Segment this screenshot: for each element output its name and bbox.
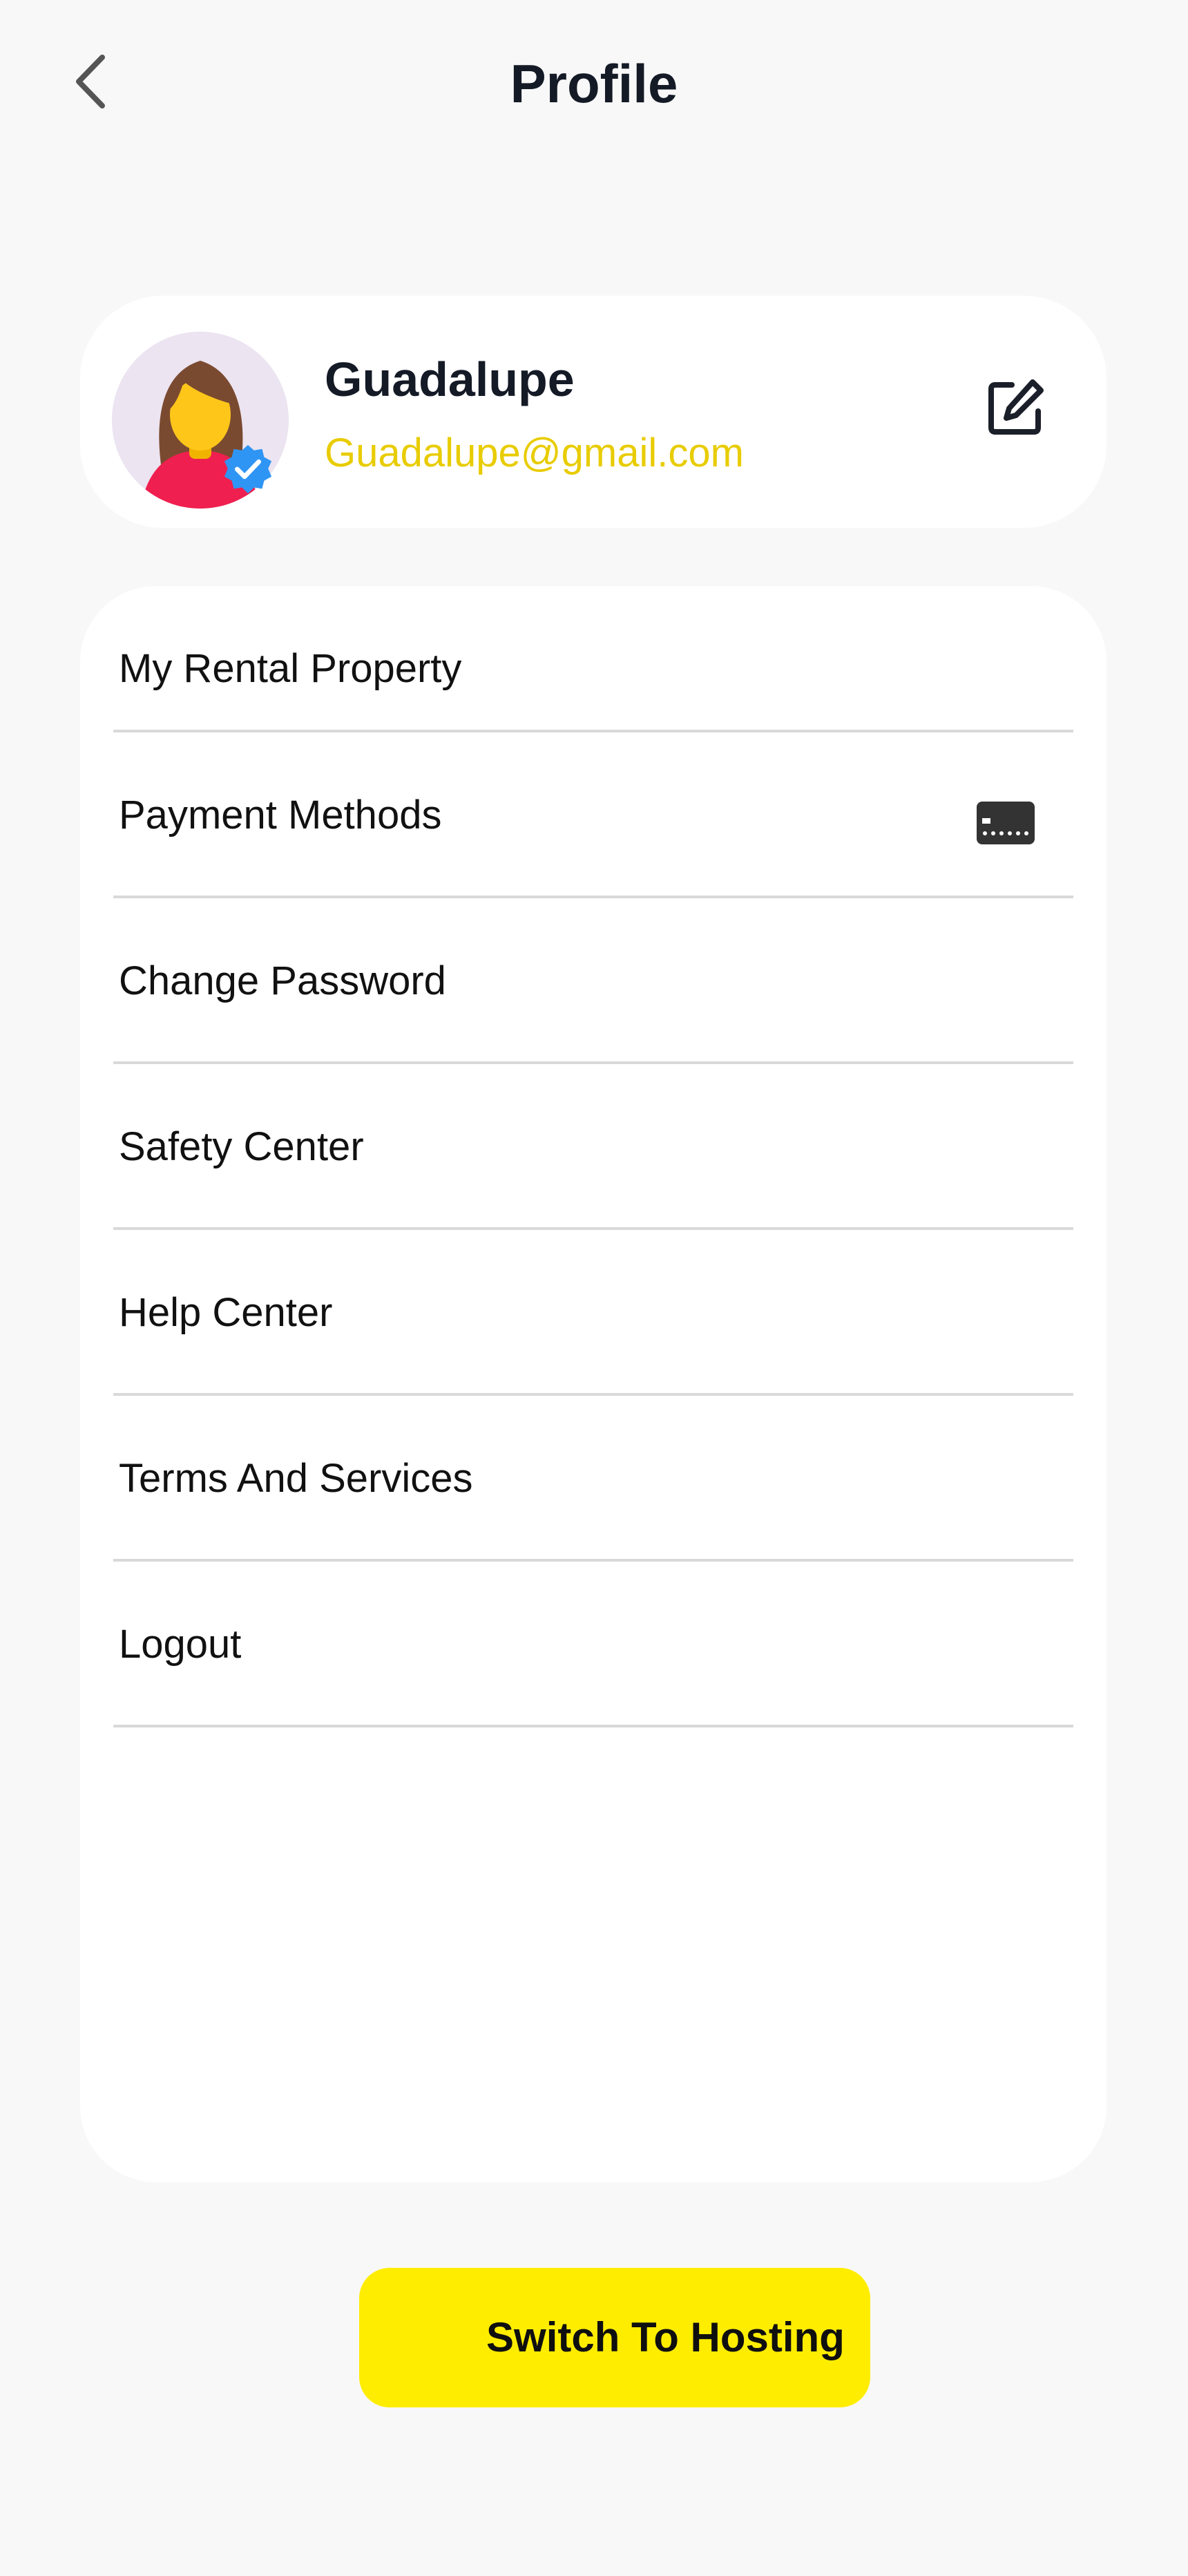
menu-item-label: Terms And Services <box>119 1456 473 1501</box>
menu-item-label: Logout <box>119 1622 242 1667</box>
profile-name: Guadalupe <box>325 352 575 406</box>
menu-item-label: Change Password <box>119 958 446 1003</box>
menu-item-logout[interactable]: Logout <box>113 1562 1073 1727</box>
edit-profile-button[interactable] <box>981 373 1050 442</box>
menu-item-label: My Rental Property <box>119 646 462 691</box>
menu-item-label: Safety Center <box>119 1124 364 1169</box>
menu-item-change-password[interactable]: Change Password <box>113 898 1073 1064</box>
menu-item-label: Help Center <box>119 1290 333 1335</box>
menu-item-payment-methods[interactable]: Payment Methods <box>113 732 1073 898</box>
menu-item-label: Payment Methods <box>119 793 442 837</box>
profile-card: Guadalupe Guadalupe@gmail.com <box>80 296 1106 528</box>
menu-card: My Rental Property Payment Methods Chang… <box>80 586 1106 2182</box>
menu-item-my-rental-property[interactable]: My Rental Property <box>113 586 1073 732</box>
avatar[interactable] <box>112 332 289 509</box>
menu-item-safety-center[interactable]: Safety Center <box>113 1064 1073 1230</box>
verified-badge-icon <box>224 444 272 494</box>
profile-email: Guadalupe@gmail.com <box>325 430 744 475</box>
menu-item-terms-and-services[interactable]: Terms And Services <box>113 1396 1073 1562</box>
page-title: Profile <box>510 53 678 114</box>
menu-item-help-center[interactable]: Help Center <box>113 1230 1073 1396</box>
credit-card-icon <box>977 802 1035 844</box>
switch-to-hosting-button[interactable]: Switch To Hosting <box>359 2268 870 2407</box>
edit-icon <box>988 379 1044 435</box>
switch-to-hosting-label: Switch To Hosting <box>486 2314 845 2360</box>
